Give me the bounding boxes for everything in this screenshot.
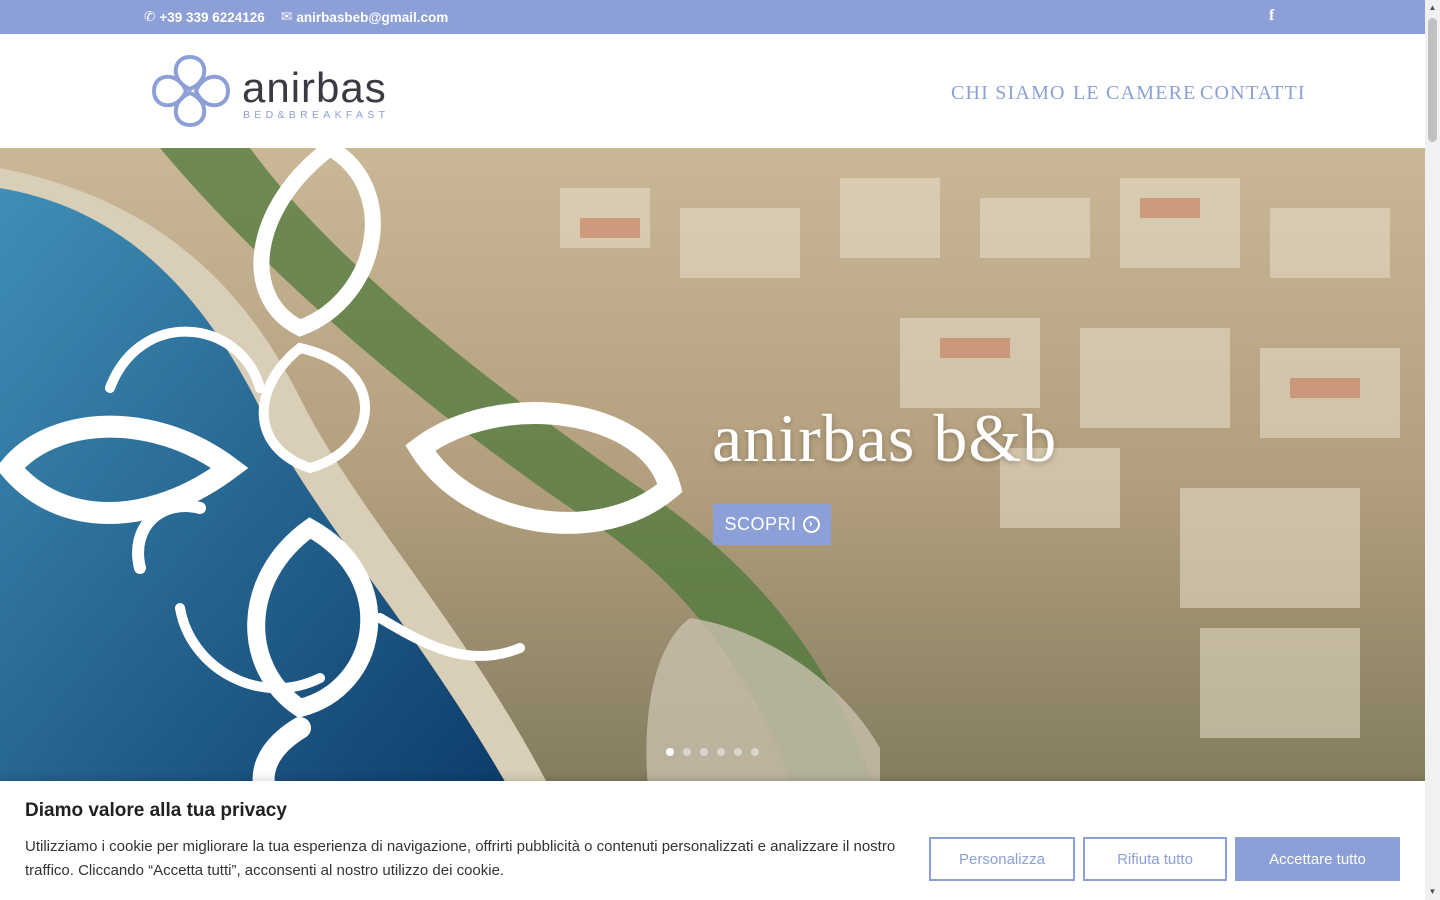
logo-emblem-icon [151,54,231,128]
site-header: anirbas BED&BREAKFAST CHI SIAMO LE CAMER… [0,34,1425,148]
facebook-icon[interactable]: f [1269,7,1274,25]
top-bar: ✆ +39 339 6224126 ✉ anirbasbeb@gmail.com… [0,0,1425,34]
phone-number: +39 339 6224126 [159,9,265,25]
chevron-circle-right-icon: › [802,516,820,533]
slider-dot[interactable] [700,748,708,756]
slider-dot[interactable] [734,748,742,756]
cookie-banner-text: Utilizziamo i cookie per migliorare la t… [25,838,896,879]
email-link[interactable]: ✉ anirbasbeb@gmail.com [281,9,448,25]
slider-dot[interactable] [751,748,759,756]
scroll-up-icon[interactable]: ▲ [1428,3,1437,13]
scopri-label: SCOPRI [724,514,797,534]
page-scrollbar[interactable]: ▲ ▼ [1425,0,1440,900]
logo-wordmark: anirbas [242,64,387,111]
cookie-banner-title: Diamo valore alla tua privacy [25,800,287,821]
nav-item-le-camere[interactable]: LE CAMERE [1073,82,1197,105]
hero-slider: anirbas b&b SCOPRI › [0,148,1425,808]
scroll-down-icon[interactable]: ▼ [1428,887,1437,897]
scrollbar-thumb[interactable] [1428,18,1437,142]
slider-dots [666,748,759,756]
hero-title: anirbas b&b [712,400,1058,476]
phone-link[interactable]: ✆ +39 339 6224126 [144,9,265,25]
phone-icon: ✆ [144,9,156,24]
logo-tagline: BED&BREAKFAST [243,109,390,121]
reject-all-button[interactable]: Rifiuta tutto [1083,837,1227,881]
slider-dot[interactable] [666,748,674,756]
envelope-icon: ✉ [281,9,293,24]
hero-background-image [0,148,1425,808]
site-logo[interactable]: anirbas BED&BREAKFAST [150,51,410,131]
nav-item-contatti[interactable]: CONTATTI [1200,82,1306,105]
customize-button[interactable]: Personalizza [929,837,1075,881]
slider-dot[interactable] [717,748,725,756]
nav-item-chi-siamo[interactable]: CHI SIAMO [951,82,1066,105]
email-address: anirbasbeb@gmail.com [296,9,449,25]
slider-dot[interactable] [683,748,691,756]
cookie-banner: Diamo valore alla tua privacy Utilizziam… [0,781,1425,900]
scopri-button[interactable]: SCOPRI › [713,504,831,545]
accept-all-button[interactable]: Accettare tutto [1235,837,1400,881]
